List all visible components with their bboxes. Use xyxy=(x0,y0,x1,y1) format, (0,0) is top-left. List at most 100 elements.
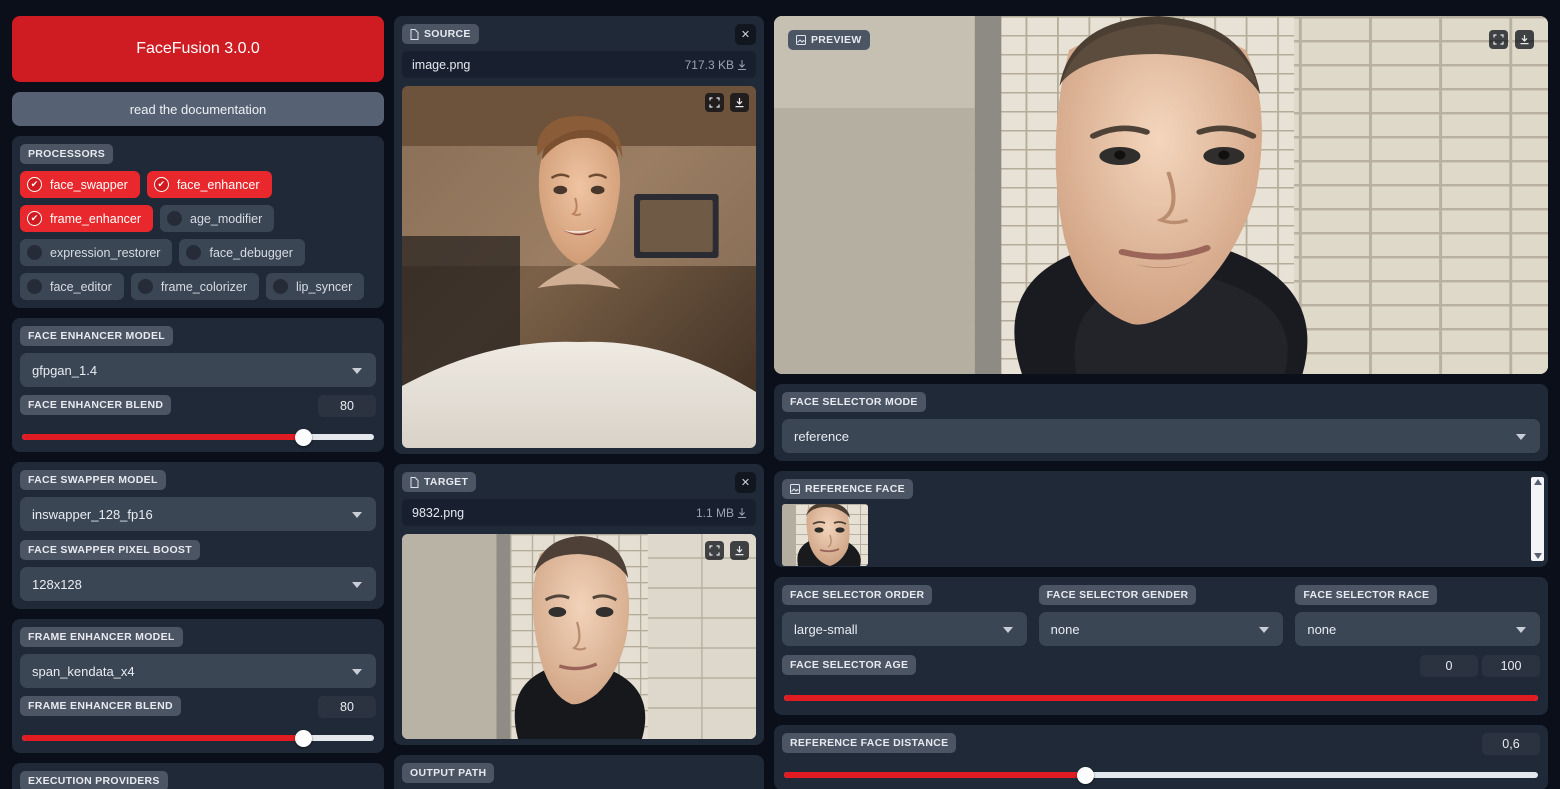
face-selector-mode-select[interactable]: reference xyxy=(782,419,1540,453)
target-badge: TARGET xyxy=(402,472,477,492)
scroll-up-arrow-icon[interactable] xyxy=(1533,479,1542,485)
face-enhancer-blend-value[interactable]: 80 xyxy=(318,395,376,417)
face-selector-age-slider[interactable] xyxy=(784,695,1538,701)
processor-label: expression_restorer xyxy=(50,245,161,260)
face-selector-gender-label: FACE SELECTOR GENDER xyxy=(1038,585,1197,605)
face-swapper-model-value: inswapper_128_fp16 xyxy=(32,506,153,522)
target-image[interactable] xyxy=(402,534,756,739)
face-selector-age-label: FACE SELECTOR AGE xyxy=(782,655,917,675)
preview-download-icon[interactable] xyxy=(1515,30,1534,49)
execution-providers-panel: EXECUTION PROVIDERS xyxy=(12,763,384,789)
processor-label: face_editor xyxy=(50,279,112,294)
source-download-icon[interactable] xyxy=(730,93,749,112)
processors-list: ✔ face_swapper ✔ face_enhancer ✔ frame_e… xyxy=(20,171,376,300)
slider-knob[interactable] xyxy=(295,428,313,446)
target-photo xyxy=(402,534,756,739)
chevron-down-icon xyxy=(1516,434,1526,440)
download-icon[interactable] xyxy=(738,507,746,518)
slider-knob[interactable] xyxy=(295,729,313,747)
frame-enhancer-blend-slider[interactable] xyxy=(22,729,374,747)
source-panel: SOURCE ✕ image.png 717.3 KB xyxy=(394,16,764,454)
source-file-size: 717.3 KB xyxy=(684,57,734,72)
preview-expand-icon[interactable] xyxy=(1489,30,1508,49)
processor-face-swapper[interactable]: ✔ face_swapper xyxy=(20,171,140,198)
checkbox-icon: ✔ xyxy=(273,279,288,294)
target-download-icon[interactable] xyxy=(730,541,749,560)
reference-face-distance-value[interactable]: 0,6 xyxy=(1482,733,1540,755)
checkbox-icon: ✔ xyxy=(186,245,202,260)
download-icon[interactable] xyxy=(738,59,746,70)
target-header: TARGET ✕ xyxy=(402,472,756,499)
processor-expression-restorer[interactable]: ✔ expression_restorer xyxy=(20,239,173,266)
face-selector-order-select[interactable]: large-small xyxy=(782,612,1027,646)
face-swapper-panel: FACE SWAPPER MODEL inswapper_128_fp16 FA… xyxy=(12,462,384,609)
face-swapper-model-select[interactable]: inswapper_128_fp16 xyxy=(20,497,376,531)
chevron-down-icon xyxy=(1259,627,1270,633)
preview-badge: PREVIEW xyxy=(788,30,870,50)
target-file-row[interactable]: 9832.png 1.1 MB xyxy=(402,499,756,526)
face-enhancer-model-select[interactable]: gfpgan_1.4 xyxy=(20,353,376,387)
checkbox-icon: ✔ xyxy=(27,279,42,294)
reference-face-label: REFERENCE FACE xyxy=(805,483,905,495)
slider-fill xyxy=(22,434,304,440)
face-enhancer-blend-slider[interactable] xyxy=(22,428,374,446)
face-enhancer-panel: FACE ENHANCER MODEL gfpgan_1.4 FACE ENHA… xyxy=(12,318,384,452)
frame-enhancer-model-select[interactable]: span_kendata_x4 xyxy=(20,654,376,688)
processor-frame-enhancer[interactable]: ✔ frame_enhancer xyxy=(20,205,154,232)
reference-face-distance-panel: REFERENCE FACE DISTANCE 0,6 xyxy=(774,725,1548,789)
preview-photo xyxy=(774,16,1548,374)
face-selector-age-max[interactable]: 100 xyxy=(1482,655,1540,677)
face-selector-age-values: 0 100 xyxy=(1420,655,1540,684)
range-fill xyxy=(784,695,1538,701)
read-documentation-button[interactable]: read the documentation xyxy=(12,92,384,126)
face-selector-race-select[interactable]: none xyxy=(1295,612,1541,646)
image-icon xyxy=(796,35,806,45)
checkbox-icon: ✔ xyxy=(27,177,42,192)
processors-panel: PROCESSORS ✔ face_swapper ✔ face_enhance… xyxy=(12,136,384,308)
read-documentation-label: read the documentation xyxy=(129,101,267,117)
source-expand-icon[interactable] xyxy=(705,93,724,112)
processor-face-debugger[interactable]: ✔ face_debugger xyxy=(179,239,305,266)
reference-face-thumbnail[interactable] xyxy=(782,504,868,566)
slider-knob[interactable] xyxy=(1077,766,1095,784)
preview-image[interactable]: PREVIEW xyxy=(774,16,1548,374)
target-badge-label: TARGET xyxy=(424,476,469,488)
reference-face-scrollbar[interactable] xyxy=(1531,477,1544,561)
source-header: SOURCE ✕ xyxy=(402,24,756,51)
target-file-size-group: 1.1 MB xyxy=(696,506,746,520)
face-enhancer-model-label: FACE ENHANCER MODEL xyxy=(20,326,173,346)
target-panel: TARGET ✕ 9832.png 1.1 MB xyxy=(394,464,764,745)
source-file-row[interactable]: image.png 717.3 KB xyxy=(402,51,756,78)
face-selector-mode-value: reference xyxy=(794,428,849,444)
source-close-icon[interactable]: ✕ xyxy=(735,24,756,45)
processor-frame-colorizer[interactable]: ✔ frame_colorizer xyxy=(130,273,259,300)
frame-enhancer-blend-value[interactable]: 80 xyxy=(318,696,376,718)
processor-age-modifier[interactable]: ✔ age_modifier xyxy=(160,205,275,232)
face-selector-order-group: FACE SELECTOR ORDER large-small xyxy=(782,585,1033,646)
processor-face-editor[interactable]: ✔ face_editor xyxy=(20,273,124,300)
processor-label: face_debugger xyxy=(209,245,293,260)
execution-providers-label: EXECUTION PROVIDERS xyxy=(20,771,168,789)
processor-face-enhancer[interactable]: ✔ face_enhancer xyxy=(146,171,272,198)
reference-face-distance-label: REFERENCE FACE DISTANCE xyxy=(782,733,957,753)
reference-face-distance-slider[interactable] xyxy=(784,766,1538,784)
source-image[interactable] xyxy=(402,86,756,448)
face-selector-mode-label: FACE SELECTOR MODE xyxy=(782,392,926,412)
frame-enhancer-model-value: span_kendata_x4 xyxy=(32,663,135,679)
face-swapper-pixel-boost-select[interactable]: 128x128 xyxy=(20,567,376,601)
output-path-panel: OUTPUT PATH xyxy=(394,755,764,789)
face-selector-order-value: large-small xyxy=(794,621,858,637)
target-close-icon[interactable]: ✕ xyxy=(735,472,756,493)
target-expand-icon[interactable] xyxy=(705,541,724,560)
target-file-size: 1.1 MB xyxy=(695,505,734,520)
face-selector-gender-select[interactable]: none xyxy=(1038,612,1284,646)
chevron-down-icon xyxy=(1002,627,1013,633)
app-title-banner: FaceFusion 3.0.0 xyxy=(12,16,384,82)
processor-lip-syncer[interactable]: ✔ lip_syncer xyxy=(266,273,365,300)
scroll-down-arrow-icon[interactable] xyxy=(1533,553,1542,559)
checkbox-icon: ✔ xyxy=(27,211,42,226)
face-selector-age-min[interactable]: 0 xyxy=(1420,655,1478,677)
face-selector-race-group: FACE SELECTOR RACE none xyxy=(1289,585,1541,646)
frame-enhancer-blend-label: FRAME ENHANCER BLEND xyxy=(20,696,181,716)
face-selector-filters-panel: FACE SELECTOR ORDER large-small FACE SEL… xyxy=(774,577,1548,715)
